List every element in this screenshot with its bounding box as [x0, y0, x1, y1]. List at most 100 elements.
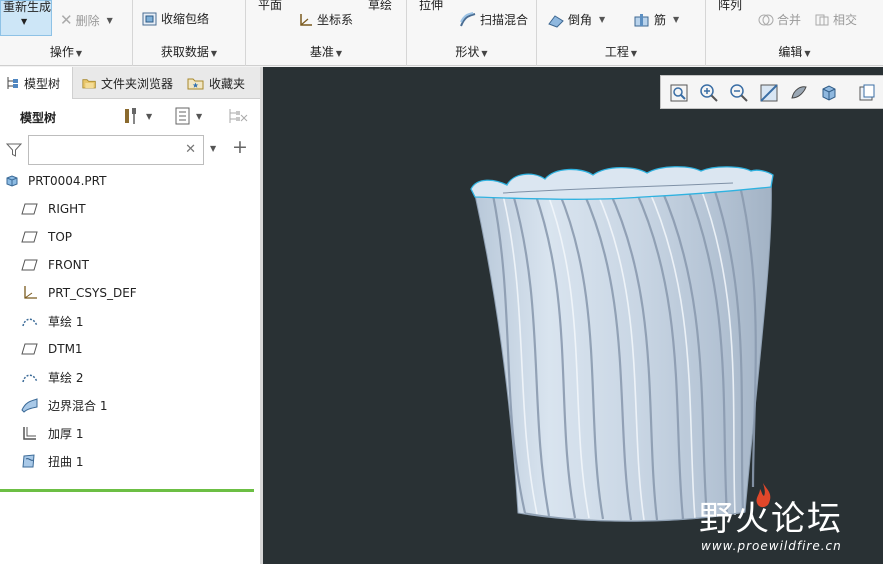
merge-label: 合并	[777, 13, 802, 27]
tab-folder-browser-label: 文件夹浏览器	[100, 76, 173, 91]
group-label-operations[interactable]: 操作 ▼	[0, 43, 132, 60]
tree-node-sketch-1[interactable]: 草绘 1	[20, 311, 83, 331]
group-label-engineering[interactable]: 工程 ▼	[537, 43, 705, 60]
intersect-button[interactable]: 相交	[814, 11, 857, 28]
rib-icon	[634, 13, 649, 26]
regenerate-label: 重新生成	[3, 0, 52, 14]
datum-plane-icon	[21, 259, 38, 271]
search-dropdown-chevron-icon[interactable]: ▼	[210, 144, 216, 153]
csys-icon	[300, 13, 312, 26]
tree-filter-bar: ✕ ▼ +	[0, 133, 260, 167]
add-filter-icon[interactable]: +	[232, 136, 248, 158]
round-label: 倒角	[568, 13, 593, 27]
intersect-icon	[815, 14, 829, 25]
plane-label: 平面	[258, 0, 283, 12]
tab-model-tree-label: 模型树	[24, 76, 61, 91]
regenerate-button[interactable]: 重新生成 ▼	[0, 0, 52, 36]
chevron-down-icon: ▼	[196, 111, 203, 121]
sweep-blend-button[interactable]: 扫描混合	[459, 11, 528, 28]
tree-node-right[interactable]: RIGHT	[20, 199, 86, 219]
tree-node-label: PRT0004.PRT	[28, 174, 107, 188]
sketch-icon	[22, 374, 38, 383]
tab-favorites[interactable]: 收藏夹	[183, 67, 260, 99]
panel-tabs: 模型树 文件夹浏览器 收藏夹	[0, 67, 260, 99]
chevron-down-icon: ▼	[599, 15, 606, 24]
tree-node-warp-1[interactable]: 扭曲 1	[20, 451, 83, 471]
group-label-datum[interactable]: 基准 ▼	[246, 43, 406, 60]
clear-search-icon[interactable]: ✕	[185, 142, 196, 157]
tree-header: 模型树 ▼ ▼	[0, 101, 260, 131]
model-tree-icon	[7, 77, 18, 89]
group-shapes: 拉伸 扫描混合 形状 ▼	[407, 0, 537, 66]
thicken-icon	[23, 427, 36, 440]
tree-node-csys[interactable]: PRT_CSYS_DEF	[20, 283, 137, 303]
plane-button[interactable]: 平面	[258, 0, 282, 13]
tree-insert-indicator[interactable]	[0, 489, 254, 492]
tree-node-top[interactable]: TOP	[20, 227, 72, 247]
tree-search-input[interactable]	[33, 137, 183, 163]
tab-folder-browser[interactable]: 文件夹浏览器	[78, 67, 173, 99]
datum-plane-icon	[21, 231, 38, 243]
tree-settings-button[interactable]: ▼	[122, 106, 152, 126]
sweep-blend-label: 扫描混合	[480, 13, 529, 27]
csys-button[interactable]: 坐标系	[298, 11, 353, 28]
sweep-blend-icon	[460, 11, 476, 26]
merge-icon	[758, 14, 774, 25]
tools-icon	[125, 108, 136, 124]
datum-plane-icon	[21, 343, 38, 355]
sketch-label: 草绘	[368, 0, 393, 12]
watermark: 野火论坛 www.proewildfire.cn	[693, 477, 883, 564]
chevron-down-icon: ▼	[21, 17, 28, 26]
csys-label: 坐标系	[317, 13, 354, 27]
tab-model-tree[interactable]: 模型树	[0, 67, 73, 99]
folder-icon	[82, 79, 96, 89]
tree-node-thicken-1[interactable]: 加厚 1	[20, 423, 83, 443]
group-label-editing[interactable]: 编辑 ▼	[706, 43, 883, 60]
rib-button[interactable]: 筋 ▼	[633, 11, 679, 28]
chevron-down-icon: ▼	[106, 15, 113, 25]
sketch-button[interactable]: 草绘	[368, 0, 392, 13]
graphics-window[interactable]: 野火论坛 www.proewildfire.cn	[263, 67, 883, 564]
extrude-button[interactable]: 拉伸	[419, 0, 443, 13]
tree-node-label: 草绘 2	[48, 370, 84, 385]
delete-button[interactable]: ✕ 删除 ▼	[60, 11, 113, 29]
merge-button[interactable]: 合并	[758, 11, 801, 28]
group-editing: 阵列 合并 相交 编辑 ▼	[706, 0, 883, 66]
list-settings-icon	[175, 107, 190, 125]
chevron-down-icon: ▼	[673, 15, 680, 24]
tree-node-part[interactable]: PRT0004.PRT	[4, 171, 106, 191]
pattern-button[interactable]: 阵列	[718, 0, 742, 13]
round-icon	[548, 14, 564, 28]
tree-node-label: RIGHT	[48, 202, 86, 216]
model-tree-panel: 模型树 文件夹浏览器 收藏夹 模型树 ▼ ▼ ✕ ▼ + PRT0004.PRT…	[0, 67, 260, 564]
pattern-label: 阵列	[718, 0, 743, 12]
tree-node-label: FRONT	[48, 258, 89, 272]
tree-node-front[interactable]: FRONT	[20, 255, 89, 275]
watermark-title: 野火论坛	[699, 499, 843, 539]
ribbon: 重新生成 ▼ ✕ 删除 ▼ 操作 ▼ 收缩包络 获取数据 ▼ 平面 草绘 坐标系 基…	[0, 0, 883, 66]
part-icon	[6, 175, 18, 187]
chevron-down-icon: ▼	[146, 111, 153, 121]
datum-plane-icon	[21, 203, 38, 215]
boundary-blend-icon	[21, 398, 38, 413]
filter-icon[interactable]	[6, 142, 22, 158]
csys-icon	[24, 286, 37, 299]
tree-node-label: DTM1	[48, 342, 83, 356]
tree-node-label: 草绘 1	[48, 314, 84, 329]
tree-columns-button[interactable]	[227, 106, 249, 129]
delete-icon: ✕	[60, 11, 73, 29]
intersect-label: 相交	[833, 13, 858, 27]
tree-node-dtm1[interactable]: DTM1	[20, 339, 83, 359]
extrude-label: 拉伸	[419, 0, 444, 12]
rib-label: 筋	[654, 13, 667, 27]
tree-node-label: PRT_CSYS_DEF	[48, 286, 137, 300]
group-label-get-data[interactable]: 获取数据 ▼	[133, 43, 245, 60]
round-button[interactable]: 倒角 ▼	[547, 11, 605, 28]
shrinkwrap-button[interactable]: 收缩包络	[142, 10, 209, 27]
tree-node-boundary-blend-1[interactable]: 边界混合 1	[20, 395, 107, 415]
group-label-shapes[interactable]: 形状 ▼	[407, 43, 536, 60]
tree-node-sketch-2[interactable]: 草绘 2	[20, 367, 83, 387]
watermark-url: www.proewildfire.cn	[701, 539, 842, 553]
show-options-button[interactable]: ▼	[174, 106, 202, 126]
tree-node-label: 边界混合 1	[48, 398, 108, 413]
